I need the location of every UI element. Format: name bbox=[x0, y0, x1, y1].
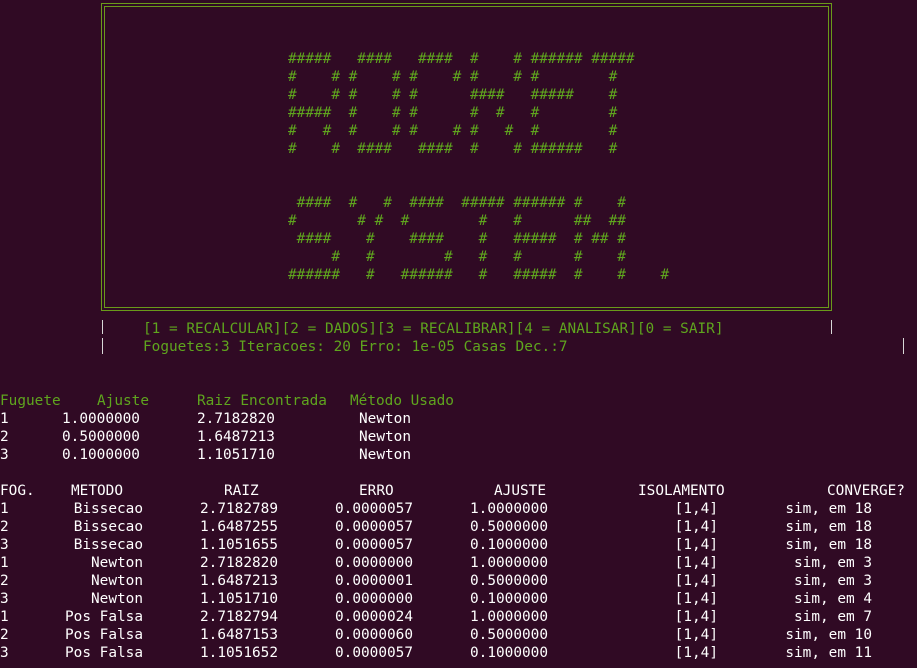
detail-cell: [1,4] bbox=[674, 627, 718, 643]
detail-cell: Pos Falsa bbox=[65, 609, 143, 625]
detail-cell: sim, em 3 bbox=[794, 555, 872, 571]
detail-cell: 3 bbox=[0, 537, 9, 553]
detail-cell: 1.6487255 bbox=[200, 519, 278, 535]
detail-cell: Bissecao bbox=[73, 519, 143, 535]
detail-cell: 0.0000060 bbox=[335, 627, 413, 643]
detail-cell: Newton bbox=[91, 591, 143, 607]
detail-cell: 0.0000024 bbox=[335, 609, 413, 625]
detail-cell: sim, em 7 bbox=[794, 609, 872, 625]
detail-cell: [1,4] bbox=[674, 573, 718, 589]
detail-cell: 0.0000057 bbox=[335, 501, 413, 517]
detail-cell: sim, em 18 bbox=[785, 537, 872, 553]
detail-cell: 1.6487213 bbox=[200, 573, 278, 589]
detail-cell: [1,4] bbox=[674, 537, 718, 553]
detail-header-fog: FOG. bbox=[0, 483, 35, 499]
detail-header-converges: CONVERGE? bbox=[827, 483, 905, 499]
summary-cell: 0.1000000 bbox=[62, 447, 140, 463]
detail-cell: sim, em 11 bbox=[785, 645, 872, 661]
summary-cell: Newton bbox=[359, 447, 411, 463]
detail-cell: 0.0000057 bbox=[335, 519, 413, 535]
detail-cell: [1,4] bbox=[674, 609, 718, 625]
detail-cell: Newton bbox=[91, 573, 143, 589]
detail-cell: 2.7182820 bbox=[200, 555, 278, 571]
banner-art-system: #### # # #### ##### ###### # # # # # # #… bbox=[288, 195, 670, 283]
detail-cell: sim, em 10 bbox=[785, 627, 872, 643]
menu-border-left-1 bbox=[102, 320, 103, 334]
detail-header-error: ERRO bbox=[359, 483, 394, 499]
detail-cell: [1,4] bbox=[674, 645, 718, 661]
detail-cell: 2 bbox=[0, 627, 9, 643]
detail-cell: 0.0000000 bbox=[335, 555, 413, 571]
detail-cell: 1.1051652 bbox=[200, 645, 278, 661]
detail-cell: 0.1000000 bbox=[470, 537, 548, 553]
summary-header-method: Método Usado bbox=[350, 393, 454, 409]
menu-border-left-2 bbox=[102, 338, 103, 354]
summary-cell: 2.7182820 bbox=[197, 411, 275, 427]
detail-header-method: METODO bbox=[71, 483, 123, 499]
detail-cell: 0.5000000 bbox=[470, 627, 548, 643]
detail-cell: 0.5000000 bbox=[470, 519, 548, 535]
detail-cell: 0.1000000 bbox=[470, 645, 548, 661]
detail-cell: 1 bbox=[0, 609, 9, 625]
detail-cell: Pos Falsa bbox=[65, 627, 143, 643]
detail-cell: [1,4] bbox=[674, 591, 718, 607]
summary-cell: 1.0000000 bbox=[62, 411, 140, 427]
menu-border-right-1 bbox=[831, 320, 832, 334]
detail-cell: 0.0000057 bbox=[335, 645, 413, 661]
detail-cell: Bissecao bbox=[73, 537, 143, 553]
detail-cell: 0.5000000 bbox=[470, 573, 548, 589]
detail-header-isolation: ISOLAMENTO bbox=[638, 483, 725, 499]
summary-header-adjust: Ajuste bbox=[97, 393, 149, 409]
detail-cell: [1,4] bbox=[674, 501, 718, 517]
summary-cell: 0.5000000 bbox=[62, 429, 140, 445]
detail-cell: 0.0000000 bbox=[335, 591, 413, 607]
summary-cell: 1 bbox=[0, 411, 9, 427]
menu-border-right-2 bbox=[903, 338, 904, 354]
detail-cell: 3 bbox=[0, 591, 9, 607]
summary-cell: Newton bbox=[359, 429, 411, 445]
detail-cell: sim, em 18 bbox=[785, 519, 872, 535]
detail-cell: sim, em 4 bbox=[794, 591, 872, 607]
summary-header-rocket: Fuguete bbox=[0, 393, 61, 409]
detail-cell: 0.1000000 bbox=[470, 591, 548, 607]
detail-cell: Pos Falsa bbox=[65, 645, 143, 661]
detail-cell: 2.7182789 bbox=[200, 501, 278, 517]
detail-header-root: RAIZ bbox=[224, 483, 259, 499]
summary-header-root: Raiz Encontrada bbox=[197, 393, 327, 409]
detail-cell: Newton bbox=[91, 555, 143, 571]
summary-cell: 1.6487213 bbox=[197, 429, 275, 445]
detail-cell: 0.0000057 bbox=[335, 537, 413, 553]
detail-cell: sim, em 3 bbox=[794, 573, 872, 589]
detail-cell: 1.0000000 bbox=[470, 555, 548, 571]
detail-cell: Bissecao bbox=[73, 501, 143, 517]
detail-header-adjust: AJUSTE bbox=[494, 483, 546, 499]
summary-cell: 2 bbox=[0, 429, 9, 445]
detail-cell: 1 bbox=[0, 501, 9, 517]
detail-cell: 0.0000001 bbox=[335, 573, 413, 589]
detail-cell: 1.0000000 bbox=[470, 609, 548, 625]
detail-cell: [1,4] bbox=[674, 555, 718, 571]
menu-options: [1 = RECALCULAR][2 = DADOS][3 = RECALIBR… bbox=[143, 321, 724, 337]
detail-cell: 1.0000000 bbox=[470, 501, 548, 517]
detail-cell: 1.1051655 bbox=[200, 537, 278, 553]
detail-cell: 1.1051710 bbox=[200, 591, 278, 607]
detail-cell: 1.6487153 bbox=[200, 627, 278, 643]
banner-art-rocket: ##### #### #### # # ###### ##### # # # #… bbox=[288, 51, 635, 157]
summary-cell: Newton bbox=[359, 411, 411, 427]
summary-cell: 3 bbox=[0, 447, 9, 463]
detail-cell: 2 bbox=[0, 519, 9, 535]
detail-cell: [1,4] bbox=[674, 519, 718, 535]
detail-cell: 3 bbox=[0, 645, 9, 661]
detail-cell: 2 bbox=[0, 573, 9, 589]
detail-cell: 1 bbox=[0, 555, 9, 571]
status-line: Foguetes:3 Iteracoes: 20 Erro: 1e-05 Cas… bbox=[143, 339, 568, 355]
detail-cell: sim, em 18 bbox=[785, 501, 872, 517]
summary-cell: 1.1051710 bbox=[197, 447, 275, 463]
detail-cell: 2.7182794 bbox=[200, 609, 278, 625]
